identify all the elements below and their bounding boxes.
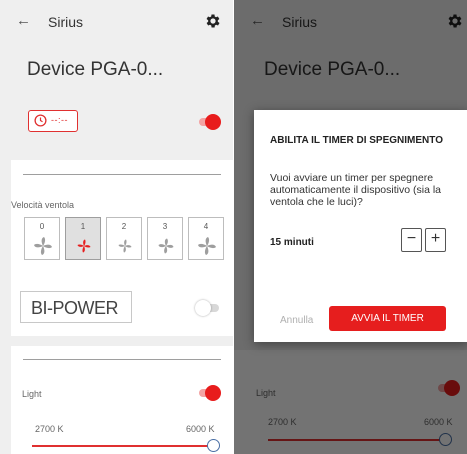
dialog-screen: ← Sirius Device PGA-0... Light 2700 K 60… [234,0,467,454]
app-title: Sirius [48,14,84,30]
bipower-toggle[interactable] [195,300,221,316]
max-temperature-label: 6000 K [186,424,215,434]
divider [23,174,221,175]
fan-speed-3-button[interactable]: 3 [147,217,183,260]
speed-number: 0 [39,222,45,231]
timer-button[interactable]: --:-- [28,110,78,132]
fan-speed-1-button[interactable]: 1 [65,217,101,260]
speed-number: 2 [121,222,127,231]
timer-value: --:-- [51,115,68,125]
dialog-message: Vuoi avviare un timer per spegnere autom… [270,172,441,208]
dialog-title: ABILITA IL TIMER DI SPEGNIMENTO [270,135,443,146]
light-card: Light 2700 K 6000 K [11,346,233,454]
fan-icon [34,237,52,255]
temperature-slider-thumb[interactable] [207,439,220,452]
power-toggle[interactable] [195,114,221,130]
clock-icon [34,114,47,127]
light-toggle[interactable] [195,385,221,401]
speed-number: 4 [203,222,209,231]
bipower-label: BI-POWER [31,298,119,318]
top-bar: ← Sirius [0,0,233,44]
bipower-label-box: BI-POWER [20,291,132,323]
device-name: Device PGA-0... [27,59,164,80]
fan-icon [158,238,174,254]
toggle-thumb [205,114,221,130]
fan-speed-0-button[interactable]: 0 [24,217,60,260]
cancel-button[interactable]: Annulla [280,315,313,327]
fan-speed-label: Velocità ventola [11,200,75,210]
speed-number: 1 [80,222,86,231]
min-temperature-label: 2700 K [35,424,64,434]
main-screen: ← Sirius Device PGA-0... --:-- Velocità … [0,0,233,454]
increase-button[interactable]: + [425,228,446,252]
timer-duration: 15 minuti [270,237,314,248]
timer-dialog: ABILITA IL TIMER DI SPEGNIMENTO Vuoi avv… [254,110,467,342]
start-timer-button[interactable]: AVVIA IL TIMER [329,306,446,331]
toggle-thumb [195,300,211,316]
divider [23,359,221,360]
toggle-thumb [205,385,221,401]
speed-number: 3 [162,222,168,231]
light-label: Light [22,389,42,399]
temperature-slider-track[interactable] [32,445,212,447]
fan-speed-4-button[interactable]: 4 [188,217,224,260]
gear-icon[interactable] [204,12,222,30]
fan-card: Velocità ventola 0 1 2 3 4 BI-POWER [11,160,233,336]
back-arrow-icon[interactable]: ← [16,11,31,31]
fan-icon [118,239,132,253]
decrease-button[interactable]: − [401,228,422,252]
fan-icon [198,237,216,255]
fan-icon [77,239,91,253]
fan-speed-2-button[interactable]: 2 [106,217,142,260]
